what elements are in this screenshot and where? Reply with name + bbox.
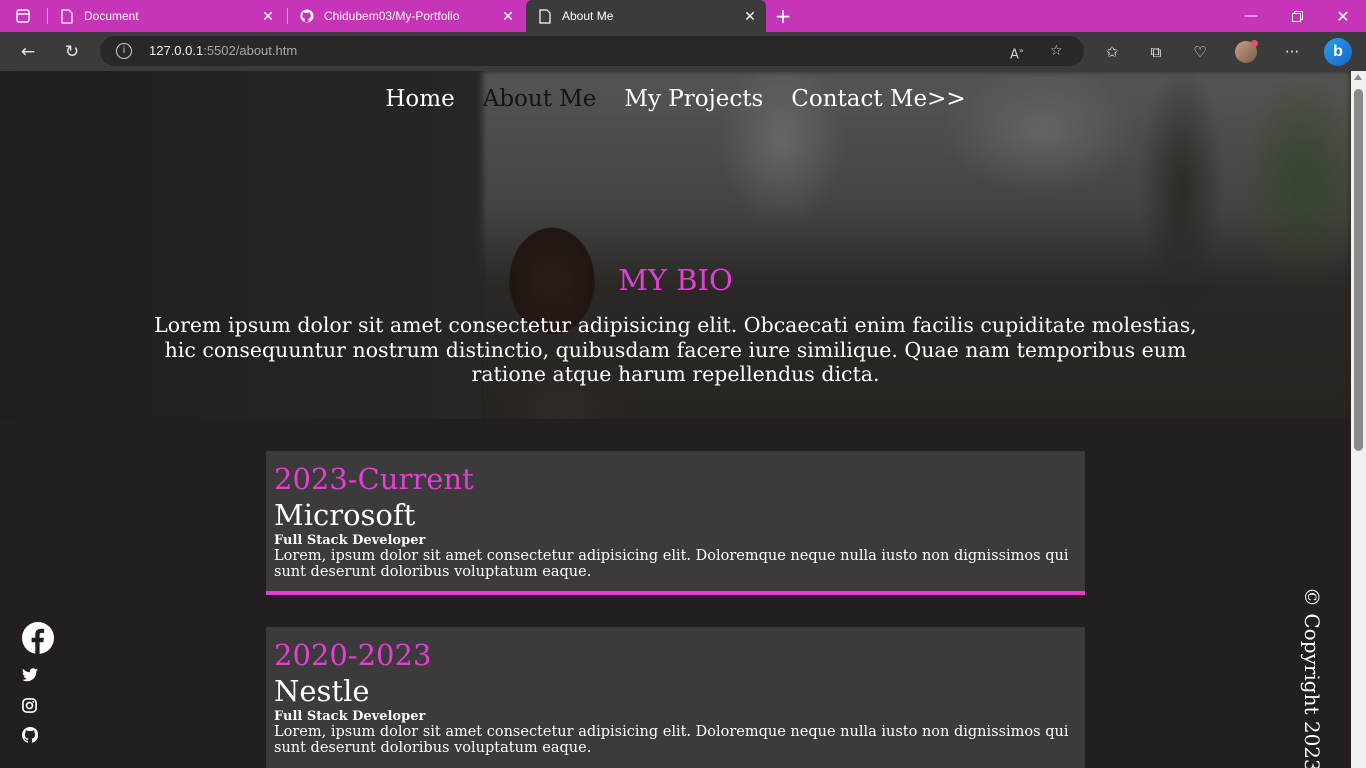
bing-copilot-icon[interactable]: b xyxy=(1318,32,1358,71)
tab-title: Document xyxy=(84,9,139,23)
experience-description: Lorem, ipsum dolor sit amet consectetur … xyxy=(274,548,1069,580)
experience-card: 2023-Current Microsoft Full Stack Develo… xyxy=(266,451,1085,595)
close-icon[interactable]: ✕ xyxy=(740,8,760,25)
nav-about-me[interactable]: About Me xyxy=(469,83,611,115)
refresh-icon: ↻ xyxy=(64,41,80,62)
experience-company: Microsoft xyxy=(274,498,416,532)
collections-icon[interactable]: ⧉ xyxy=(1136,32,1176,71)
twitter-icon[interactable] xyxy=(22,666,54,684)
document-icon xyxy=(538,8,552,24)
experience-card: 2020-2023 Nestle Full Stack Developer Lo… xyxy=(266,627,1085,768)
browser-tab-bar: Document ✕ Chidubem03/My-Portfolio ✕ Abo… xyxy=(0,0,1366,32)
url-bar[interactable]: i 127.0.0.1:5502/about.htm A» ☆ xyxy=(100,36,1084,66)
card-accent-underline xyxy=(266,591,1085,595)
info-icon[interactable]: i xyxy=(116,43,132,59)
document-icon xyxy=(60,8,74,24)
page-scrollbar[interactable] xyxy=(1351,71,1366,768)
close-icon[interactable]: ✕ xyxy=(498,8,518,25)
experience-company: Nestle xyxy=(274,674,370,708)
tab-about-me[interactable]: About Me ✕ xyxy=(526,0,766,32)
instagram-icon[interactable] xyxy=(22,696,54,714)
restore-button[interactable] xyxy=(1274,0,1320,32)
main-nav: Home About Me My Projects Contact Me>> xyxy=(0,83,1351,115)
experience-description: Lorem, ipsum dolor sit amet consectetur … xyxy=(274,724,1069,756)
scrollbar-thumb[interactable] xyxy=(1354,89,1363,451)
tab-github[interactable]: Chidubem03/My-Portfolio ✕ xyxy=(288,0,524,32)
close-icon[interactable]: ✕ xyxy=(258,8,278,25)
tab-actions-icon[interactable] xyxy=(0,0,46,32)
github-icon[interactable] xyxy=(22,726,54,744)
scroll-up-arrow-icon[interactable] xyxy=(1354,74,1362,80)
experience-role: Full Stack Developer xyxy=(274,709,426,724)
tab-title: About Me xyxy=(562,9,614,23)
new-tab-button[interactable]: + xyxy=(760,0,806,32)
github-icon xyxy=(300,8,314,24)
bio-title: MY BIO xyxy=(618,263,733,297)
plus-icon: + xyxy=(774,4,792,28)
window-close-button[interactable]: ✕ xyxy=(1320,0,1366,32)
favorite-star-icon[interactable]: ☆ xyxy=(1050,36,1063,66)
refresh-button[interactable]: ↻ xyxy=(52,32,92,71)
facebook-icon[interactable] xyxy=(22,621,54,655)
minimize-icon: — xyxy=(1244,8,1258,24)
experience-period: 2023-Current xyxy=(274,462,474,496)
tab-document[interactable]: Document ✕ xyxy=(48,0,284,32)
performance-icon[interactable]: ♡ xyxy=(1180,32,1220,71)
tab-title: Chidubem03/My-Portfolio xyxy=(324,9,460,23)
copyright-text-vertical: © Copyright 2023 xyxy=(1296,587,1326,768)
nav-contact-me[interactable]: Contact Me>> xyxy=(777,83,979,115)
nav-home[interactable]: Home xyxy=(371,83,468,115)
copyright-text: © Copyright 2023 xyxy=(1300,587,1324,768)
favorites-icon[interactable]: ✩ xyxy=(1092,32,1132,71)
address-toolbar: ← ↻ i 127.0.0.1:5502/about.htm A» ☆ ✩ ⧉ … xyxy=(0,32,1366,71)
close-icon: ✕ xyxy=(1336,6,1350,26)
page-viewport: Home About Me My Projects Contact Me>> M… xyxy=(0,71,1351,768)
url-text[interactable]: 127.0.0.1:5502/about.htm xyxy=(149,36,297,66)
read-aloud-icon[interactable]: A» xyxy=(1010,36,1024,66)
hero-section: Home About Me My Projects Contact Me>> M… xyxy=(0,71,1351,419)
arrow-left-icon: ← xyxy=(20,41,36,62)
profile-avatar[interactable] xyxy=(1226,32,1266,71)
restore-icon xyxy=(1291,10,1303,22)
experience-period: 2020-2023 xyxy=(274,638,432,672)
more-options-icon[interactable]: ··· xyxy=(1272,32,1312,71)
nav-my-projects[interactable]: My Projects xyxy=(610,83,777,115)
experience-role: Full Stack Developer xyxy=(274,533,426,548)
back-button[interactable]: ← xyxy=(8,32,48,71)
bio-text: Lorem ipsum dolor sit amet consectetur a… xyxy=(154,313,1197,386)
minimize-button[interactable]: — xyxy=(1228,0,1274,32)
